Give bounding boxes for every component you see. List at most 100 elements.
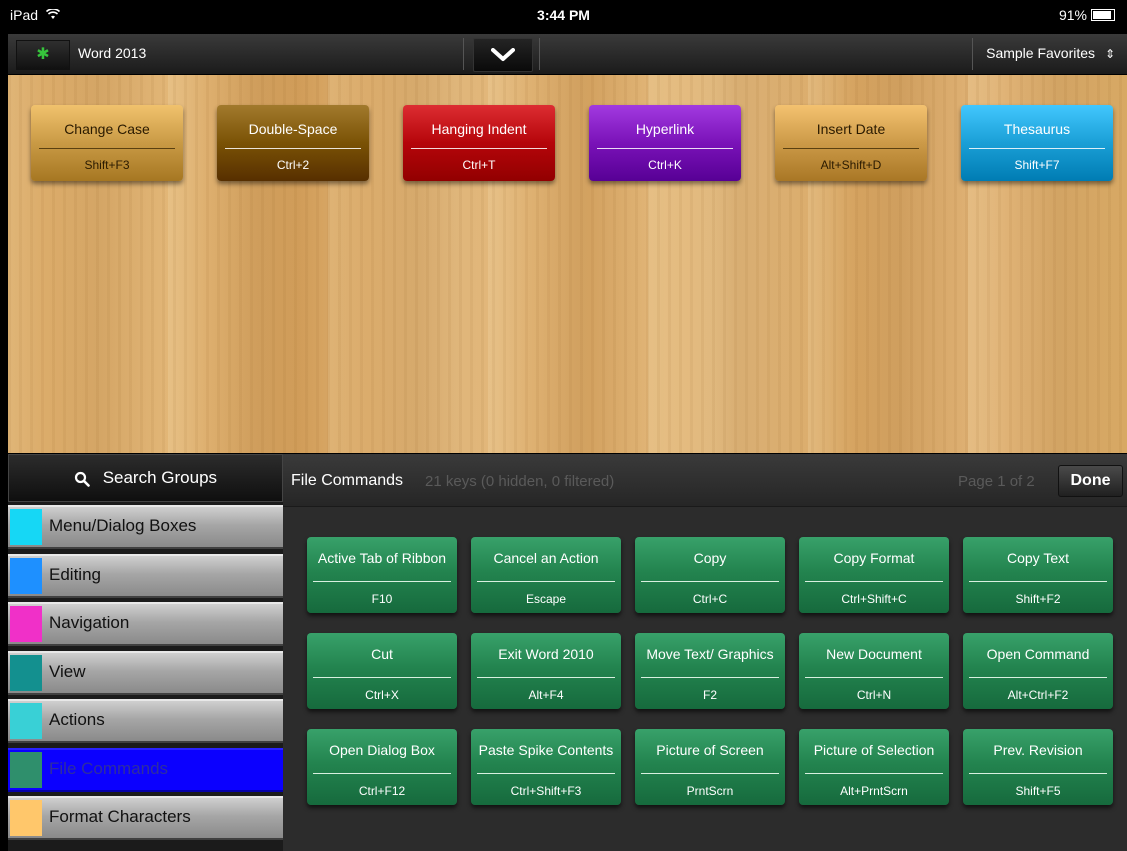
shortcut-keys: Alt+F4 (528, 688, 564, 702)
shortcut-keys: Ctrl+Shift+F3 (510, 784, 582, 798)
group-color-swatch (10, 557, 42, 594)
shortcut-name: Exit Word 2010 (498, 646, 594, 662)
shortcut-divider (477, 581, 615, 582)
shortcut-key-button[interactable]: Picture of Selection Alt+PrntScrn (799, 729, 949, 805)
shortcut-key-button[interactable]: Copy Ctrl+C (635, 537, 785, 613)
favorite-key-name: Insert Date (816, 121, 886, 137)
sidebar-group-item[interactable]: Actions (8, 699, 283, 743)
shortcut-keys: Ctrl+N (856, 688, 892, 702)
app-title: Word 2013 (78, 45, 147, 61)
favorite-key-name: Hanging Indent (431, 121, 527, 137)
shortcut-keys: PrntScrn (686, 784, 734, 798)
favorite-key-button[interactable]: Thesaurus Shift+F7 (961, 105, 1113, 181)
shortcut-name: Picture of Selection (813, 742, 935, 758)
favorite-key-divider (597, 148, 733, 149)
favorite-key-divider (783, 148, 919, 149)
sidebar-group-item[interactable]: Navigation (8, 602, 283, 646)
shortcut-keys: Ctrl+X (365, 688, 399, 702)
shortcut-divider (969, 581, 1107, 582)
shortcut-divider (969, 773, 1107, 774)
shortcut-divider (477, 677, 615, 678)
favorite-key-shortcut: Ctrl+K (648, 158, 682, 172)
shortcut-key-button[interactable]: Copy Format Ctrl+Shift+C (799, 537, 949, 613)
shortcut-name: New Document (826, 646, 922, 662)
shortcut-key-button[interactable]: Move Text/ Graphics F2 (635, 633, 785, 709)
shortcut-key-button[interactable]: Picture of Screen PrntScrn (635, 729, 785, 805)
shortcut-divider (641, 773, 779, 774)
shortcut-keys: Alt+PrntScrn (840, 784, 908, 798)
shortcut-key-button[interactable]: Exit Word 2010 Alt+F4 (471, 633, 621, 709)
group-title: File Commands (291, 472, 404, 489)
shortcut-divider (805, 773, 943, 774)
shortcut-name: Prev. Revision (993, 742, 1083, 758)
shortcut-divider (805, 581, 943, 582)
favorite-key-button[interactable]: Insert Date Alt+Shift+D (775, 105, 927, 181)
divider (539, 38, 540, 70)
favorite-key-divider (225, 148, 361, 149)
shortcut-key-button[interactable]: Prev. Revision Shift+F5 (963, 729, 1113, 805)
shortcut-divider (641, 677, 779, 678)
favorite-key-divider (39, 148, 175, 149)
shortcut-key-button[interactable]: Cut Ctrl+X (307, 633, 457, 709)
search-icon (74, 471, 90, 487)
favorite-key-shortcut: Ctrl+2 (276, 158, 310, 172)
sidebar-group-item[interactable]: Format Characters (8, 796, 283, 840)
shortcut-keys: F2 (702, 688, 717, 702)
expand-favorites-button[interactable] (473, 38, 533, 72)
group-label: View (49, 661, 86, 681)
settings-button[interactable]: ✱ (16, 40, 70, 70)
group-color-swatch (10, 606, 42, 642)
shortcut-divider (313, 581, 451, 582)
shortcut-keys: Alt+Ctrl+F2 (1007, 688, 1069, 702)
sort-arrows-icon: ⇕ (1104, 47, 1115, 61)
group-label: File Commands (49, 758, 169, 778)
shortcut-key-button[interactable]: Paste Spike Contents Ctrl+Shift+F3 (471, 729, 621, 805)
favorites-set-label: Sample Favorites (986, 45, 1096, 61)
favorites-set-selector[interactable]: Sample Favorites ⇕ (986, 45, 1115, 61)
page-indicator: Page 1 of 2 (958, 473, 1035, 490)
shortcut-name: Move Text/ Graphics (646, 646, 774, 662)
sidebar-group-item[interactable]: Editing (8, 553, 283, 598)
group-color-swatch (10, 509, 42, 545)
shortcut-key-button[interactable]: Open Command Alt+Ctrl+F2 (963, 633, 1113, 709)
divider (463, 38, 464, 70)
status-bar: iPad 3:44 PM 91% (0, 0, 1127, 32)
group-header: File Commands 21 keys (0 hidden, 0 filte… (283, 454, 1127, 507)
group-color-swatch (10, 751, 42, 788)
shortcut-key-button[interactable]: Open Dialog Box Ctrl+F12 (307, 729, 457, 805)
favorite-key-button[interactable]: Hanging Indent Ctrl+T (403, 105, 555, 181)
favorite-key-shortcut: Alt+Shift+D (820, 158, 882, 172)
group-label: Actions (49, 710, 105, 729)
shortcut-key-button[interactable]: New Document Ctrl+N (799, 633, 949, 709)
favorite-key-button[interactable]: Change Case Shift+F3 (31, 105, 183, 181)
shortcut-name: Open Command (986, 646, 1090, 662)
sidebar-group-item[interactable]: File Commands (8, 747, 283, 792)
group-color-swatch (10, 703, 42, 739)
favorite-key-divider (969, 148, 1105, 149)
favorite-key-button[interactable]: Double-Space Ctrl+2 (217, 105, 369, 181)
favorite-key-button[interactable]: Hyperlink Ctrl+K (589, 105, 741, 181)
favorite-key-name: Double-Space (248, 121, 338, 137)
favorite-key-name: Change Case (64, 121, 150, 137)
shortcut-key-button[interactable]: Active Tab of Ribbon F10 (307, 537, 457, 613)
shortcut-keys: Escape (525, 592, 567, 606)
shortcut-name: Picture of Screen (656, 742, 764, 758)
shortcut-key-button[interactable]: Cancel an Action Escape (471, 537, 621, 613)
shortcut-name: Cancel an Action (493, 550, 599, 566)
shortcut-divider (313, 677, 451, 678)
group-sidebar: Search Groups Menu/Dialog Boxes Editing Na… (8, 454, 283, 851)
search-groups-label: Search Groups (102, 468, 218, 487)
shortcut-divider (641, 581, 779, 582)
favorite-key-shortcut: Shift+F7 (1014, 158, 1060, 172)
group-panel: File Commands 21 keys (0 hidden, 0 filte… (283, 454, 1127, 851)
sidebar-group-item[interactable]: Menu/Dialog Boxes (8, 505, 283, 549)
search-groups-button[interactable]: Search Groups (8, 454, 283, 502)
sidebar-group-item[interactable]: View (8, 650, 283, 695)
group-label: Format Characters (49, 807, 191, 826)
done-button[interactable]: Done (1058, 465, 1123, 497)
shortcut-keys: F10 (371, 592, 393, 606)
top-bar: ✱ Word 2013 Sample Favorites ⇕ (8, 34, 1127, 75)
shortcut-name: Paste Spike Contents (478, 742, 614, 758)
favorite-key-name: Hyperlink (635, 121, 695, 137)
shortcut-key-button[interactable]: Copy Text Shift+F2 (963, 537, 1113, 613)
